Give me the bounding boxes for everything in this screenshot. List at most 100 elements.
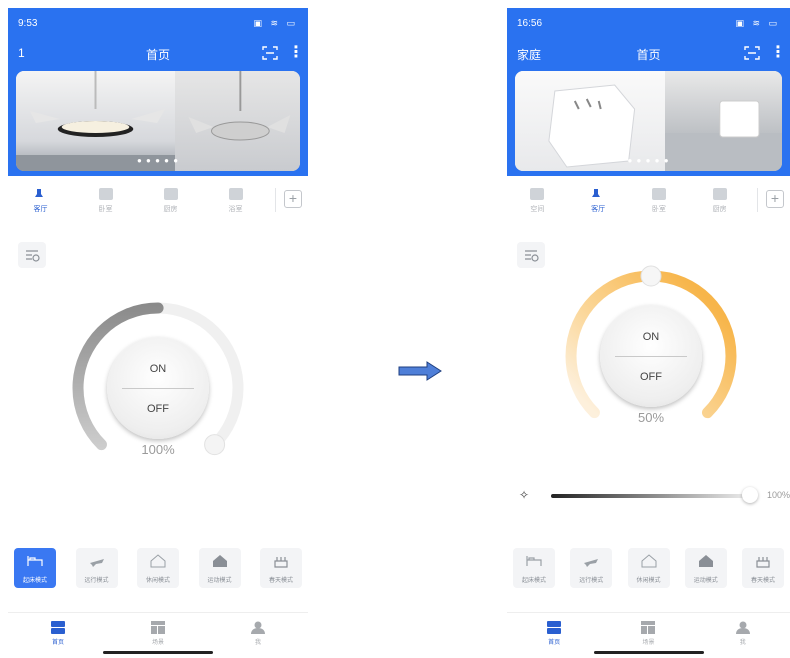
knob-divider [615,356,687,357]
room-icon [651,188,666,200]
mode-button[interactable]: 春天模式 [260,548,302,588]
mode-button[interactable]: 春天模式 [742,548,784,588]
status-time: 16:56 [517,18,543,29]
mode-button[interactable]: 远行模式 [75,548,118,588]
add-room-button[interactable]: + [766,190,784,208]
nav-label: 场景 [642,640,655,646]
room-tab[interactable]: 厨房 [146,188,196,222]
room-icon [163,188,178,200]
mode-label: 休闲模式 [145,578,170,584]
room-tab-label: 卧室 [651,206,666,213]
on-label[interactable]: ON [600,331,702,343]
scene-modes: 起床模式 远行模式 休闲模式 运动模式 春天模式 [14,548,302,588]
plane-icon [584,559,599,567]
mode-button[interactable]: 运动模式 [198,548,241,588]
phone-screen-before: 9:53 ▣ ≋ ▭ 1 首页 ⋮ ● ● ● ● ● 客厅 卧室 厨房 浴室 … [8,8,308,656]
room-tab[interactable]: 卧室 [81,188,131,222]
tab-divider [757,188,758,212]
power-dial[interactable]: ON OFF 50% [551,256,751,456]
app-bar: 家庭 首页 ⋮ [507,44,790,66]
knob-divider [122,388,194,389]
home-tab-icon [51,621,65,634]
room-tab[interactable]: 卧室 [634,188,684,222]
device-filter-button[interactable] [517,242,545,268]
slider-thumb[interactable] [742,487,758,503]
right-arrow-icon [398,361,442,381]
mode-label: 春天模式 [268,578,293,584]
nav-home[interactable]: 首页 [524,613,584,656]
nav-label: 首页 [51,640,64,646]
nav-label: 我 [739,640,746,646]
house-outline-icon [641,554,656,568]
dial-handle[interactable] [640,265,662,287]
scan-icon[interactable] [262,46,278,60]
percent-readout: 50% [637,410,665,425]
brightness-value: 100% [766,490,790,500]
bottom-nav: 首页 场景 我 [8,612,308,656]
status-system-icons: ▣ ≋ ▭ [735,18,780,28]
bed-icon [27,556,43,566]
filter-icon [26,250,40,262]
banner-carousel[interactable]: ● ● ● ● ● [515,71,782,171]
off-label[interactable]: OFF [107,403,209,415]
device-filter-button[interactable] [18,242,46,268]
mode-button[interactable]: 运动模式 [684,548,727,588]
tab-divider [275,188,276,212]
room-icon [228,188,243,200]
scene-tab-icon [151,621,165,634]
on-label[interactable]: ON [107,363,209,375]
room-tab[interactable]: 客厅 [573,188,623,222]
nav-scene[interactable]: 场景 [128,613,188,656]
room-tab[interactable]: 浴室 [211,188,261,222]
room-tab[interactable]: 厨房 [695,188,745,222]
mode-button[interactable]: 远行模式 [570,548,613,588]
room-tab-label: 卧室 [98,206,113,213]
more-menu-icon[interactable]: ⋮ [770,44,786,62]
mode-label: 运动模式 [207,578,232,584]
power-knob[interactable]: ON OFF [107,337,209,439]
nav-label: 我 [254,640,261,646]
carousel-dots: ● ● ● ● ● [136,156,180,165]
scan-icon[interactable] [744,46,760,60]
nav-profile[interactable]: 我 [713,613,773,656]
status-bar: 9:53 ▣ ≋ ▭ [18,18,298,32]
content-panel: 客厅 卧室 厨房 浴室 + ON OFF 100% 起床模式 远行模式 休闲模式… [8,178,308,612]
room-tab[interactable]: 客厅 [16,188,66,222]
light-device-icon [592,189,605,199]
comparison-stage: 9:53 ▣ ≋ ▭ 1 首页 ⋮ ● ● ● ● ● 客厅 卧室 厨房 浴室 … [0,0,790,658]
room-tab[interactable]: 空间 [512,188,562,222]
carousel-dots: ● ● ● ● ● [627,156,670,165]
room-tabs: 空间 客厅 卧室 厨房 [507,188,750,222]
off-label[interactable]: OFF [600,371,702,383]
mode-label: 起床模式 [22,578,47,584]
scene-tab-icon [641,621,656,634]
bottom-nav: 首页 场景 我 [507,612,790,656]
mode-button[interactable]: 起床模式 [14,548,56,588]
house-outline-icon [150,554,166,568]
status-bar: 16:56 ▣ ≋ ▭ [517,18,780,32]
mode-button[interactable]: 休闲模式 [627,548,670,588]
nav-profile[interactable]: 我 [228,613,288,656]
mode-label: 春天模式 [750,578,775,584]
add-room-button[interactable]: + [284,190,302,208]
mode-label: 休闲模式 [636,578,661,584]
nav-scene[interactable]: 场景 [618,613,678,656]
mode-label: 远行模式 [579,578,604,584]
mode-label: 起床模式 [521,578,546,584]
banner-carousel[interactable]: ● ● ● ● ● [16,71,300,171]
house-filled-icon [212,555,227,567]
power-knob[interactable]: ON OFF [600,305,702,407]
filter-icon [525,250,539,262]
power-dial[interactable]: ON OFF 100% [58,288,258,488]
profile-tab-icon [251,621,265,634]
room-icon [712,188,727,200]
plane-icon [89,559,104,567]
mode-button[interactable]: 起床模式 [513,548,555,588]
more-menu-icon[interactable]: ⋮ [288,44,304,62]
mode-button[interactable]: 休闲模式 [137,548,179,588]
app-bar: 1 首页 ⋮ [8,44,308,66]
slider-track[interactable] [551,494,750,498]
nav-home[interactable]: 首页 [28,613,88,656]
home-indicator [103,651,213,654]
brightness-slider[interactable]: ✧ 100% [519,487,790,504]
